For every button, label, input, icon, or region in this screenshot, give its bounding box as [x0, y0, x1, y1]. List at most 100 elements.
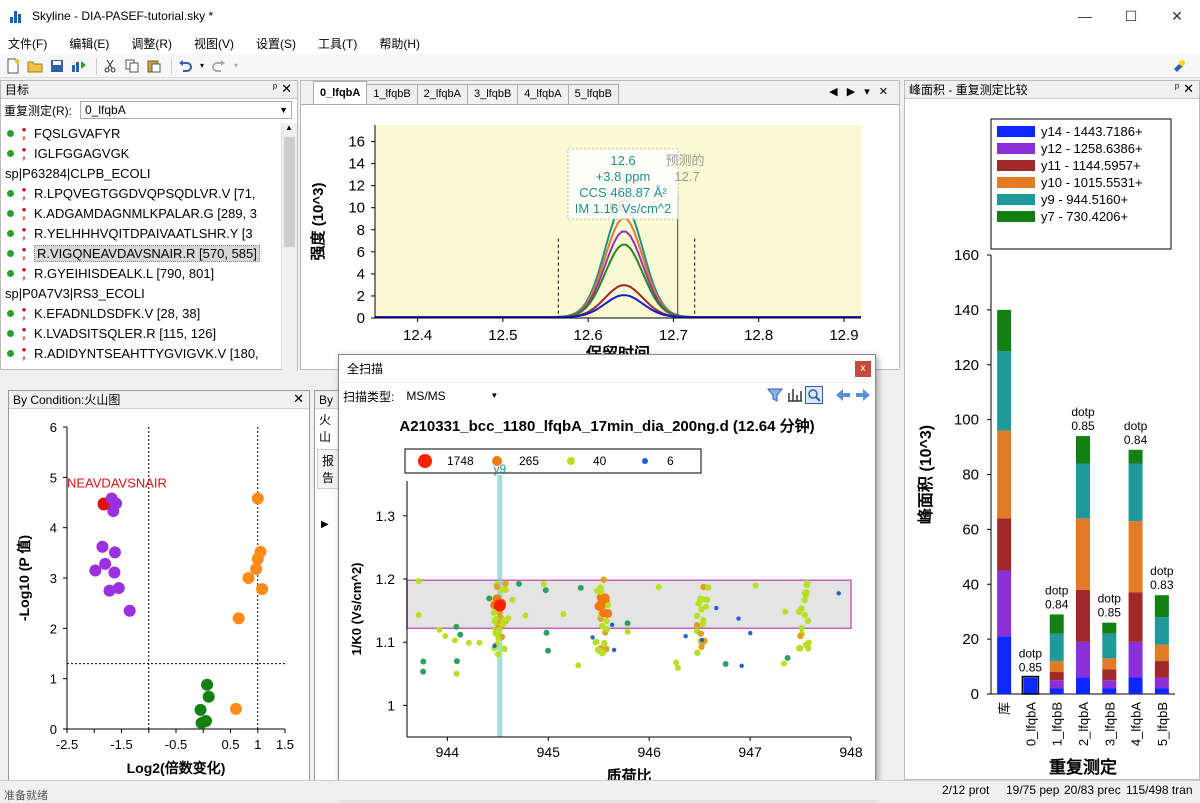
scan-point[interactable]	[476, 639, 483, 646]
scan-point[interactable]	[545, 647, 552, 654]
bar-segment[interactable]	[1102, 688, 1117, 694]
scan-point[interactable]	[609, 622, 615, 628]
volcano-point[interactable]	[256, 583, 269, 596]
bar-segment[interactable]	[1102, 669, 1117, 681]
copy-icon[interactable]	[123, 57, 141, 75]
scan-point[interactable]	[697, 630, 704, 637]
scan-point[interactable]	[605, 602, 612, 609]
peptide-row[interactable]: ● ᵧ K.ADGAMDAGNMLKPALAR.G [289, 3	[1, 203, 281, 223]
scan-point[interactable]	[702, 603, 709, 610]
scan-point[interactable]	[516, 580, 523, 587]
volcano-point[interactable]	[229, 702, 242, 715]
undo-dropdown-icon[interactable]: ▾	[198, 57, 206, 75]
peptide-row[interactable]: ● ᵧ K.EFADNLDSDFK.V [28, 38]	[1, 303, 281, 323]
bar-segment[interactable]	[1128, 449, 1143, 464]
scan-point[interactable]	[801, 611, 809, 619]
publish-icon[interactable]	[70, 57, 88, 75]
scan-point[interactable]	[700, 617, 707, 624]
scan-point[interactable]	[674, 664, 681, 671]
bar-segment[interactable]	[1154, 595, 1169, 618]
scan-point[interactable]	[465, 639, 472, 646]
arrow-left-icon[interactable]	[835, 387, 851, 406]
volcano-plot[interactable]: -2.5 -1.5 -0.5 0.5 1 1.50123456 NEAVDAVSNAIR …	[9, 409, 309, 793]
volcano-point[interactable]	[103, 584, 116, 597]
menu-settings[interactable]: 设置(S)	[256, 35, 296, 52]
protein-row[interactable]: sp|P0A7V3|RS3_ECOLI	[1, 283, 281, 303]
close-button[interactable]: ✕	[1154, 0, 1200, 32]
volcano-point[interactable]	[96, 540, 109, 553]
volcano-point[interactable]	[242, 572, 255, 584]
close-icon[interactable]: ✕	[1183, 81, 1194, 97]
scan-point[interactable]	[494, 651, 502, 658]
bar-segment[interactable]	[1128, 641, 1143, 678]
scan-point[interactable]	[780, 660, 787, 667]
scan-point[interactable]	[492, 643, 497, 649]
scan-point[interactable]	[486, 595, 493, 602]
minimize-button[interactable]: —	[1062, 0, 1108, 32]
scan-point[interactable]	[453, 658, 460, 665]
bar-segment[interactable]	[997, 309, 1012, 352]
tab-3-lfqbb[interactable]: 3_lfqbB	[466, 84, 519, 104]
bar-segment[interactable]	[1154, 677, 1169, 689]
bar-segment[interactable]	[1049, 661, 1064, 673]
scan-point[interactable]	[599, 623, 606, 630]
targets-scrollbar[interactable]: ▲	[281, 123, 297, 371]
bar-segment[interactable]	[997, 351, 1012, 431]
maximize-button[interactable]: ☐	[1108, 0, 1154, 32]
scan-point[interactable]	[457, 631, 464, 638]
new-file-icon[interactable]	[4, 57, 22, 75]
tab-2-lfqba[interactable]: 2_lfqbA	[416, 84, 468, 104]
peptide-row[interactable]: ● ᵧ R.YELHHHVQITDPAIVAATLSHR.Y [3	[1, 223, 281, 243]
pin-icon[interactable]: ᵖ	[273, 82, 277, 94]
scan-point[interactable]	[624, 620, 631, 627]
scan-point[interactable]	[560, 611, 567, 618]
scan-point[interactable]	[673, 659, 680, 666]
volcano-point[interactable]	[123, 604, 136, 617]
bar-segment[interactable]	[1154, 617, 1169, 645]
redo-icon[interactable]	[210, 57, 228, 75]
scan-point[interactable]	[592, 639, 599, 646]
bar-segment[interactable]	[1076, 677, 1090, 694]
tab-4-lfqba[interactable]: 4_lfqbA	[517, 84, 569, 104]
bar-segment[interactable]	[1076, 641, 1090, 678]
redo-dropdown-icon[interactable]: ▾	[232, 57, 240, 75]
scan-point[interactable]	[420, 668, 427, 675]
scan-point[interactable]	[748, 630, 753, 636]
bar-segment[interactable]	[1076, 518, 1090, 590]
scan-point[interactable]	[495, 626, 503, 634]
scroll-thumb[interactable]	[284, 137, 295, 247]
bar-segment[interactable]	[1154, 688, 1169, 694]
spectrum-icon[interactable]	[787, 387, 803, 406]
scan-point[interactable]	[722, 661, 729, 668]
open-folder-icon[interactable]	[26, 57, 44, 75]
scan-point[interactable]	[502, 580, 509, 587]
scan-point[interactable]	[798, 624, 805, 632]
scan-point[interactable]	[698, 643, 705, 651]
bar-segment[interactable]	[1049, 614, 1064, 634]
scroll-up-icon[interactable]: ▲	[285, 123, 293, 132]
volcano-point[interactable]	[201, 678, 214, 691]
close-icon[interactable]: ✕	[293, 391, 304, 407]
scan-point[interactable]	[693, 612, 701, 620]
tab-navigation[interactable]: ◀ ▶ ▾ ✕	[829, 85, 891, 98]
scan-point[interactable]	[624, 628, 631, 635]
bar-segment[interactable]	[1076, 463, 1090, 519]
scan-point[interactable]	[590, 635, 595, 640]
volcano-point[interactable]	[108, 546, 121, 559]
bar-segment[interactable]	[1049, 688, 1064, 694]
scan-point-max[interactable]	[493, 599, 506, 612]
bar-segment[interactable]	[1076, 589, 1090, 642]
menu-edit[interactable]: 编辑(E)	[69, 35, 109, 52]
volcano-point[interactable]	[251, 552, 264, 565]
scan-point[interactable]	[739, 663, 744, 669]
menu-file[interactable]: 文件(F)	[8, 35, 47, 52]
bar-segment[interactable]	[997, 570, 1012, 637]
tab-5-lfqbb[interactable]: 5_lfqbB	[567, 84, 619, 104]
scan-point[interactable]	[704, 584, 712, 591]
bar-segment[interactable]	[1102, 633, 1117, 659]
scan-point[interactable]	[577, 584, 584, 591]
scan-point[interactable]	[415, 578, 422, 585]
menu-tools[interactable]: 工具(T)	[318, 35, 357, 52]
scan-point[interactable]	[415, 612, 422, 619]
scan-point[interactable]	[442, 633, 449, 640]
